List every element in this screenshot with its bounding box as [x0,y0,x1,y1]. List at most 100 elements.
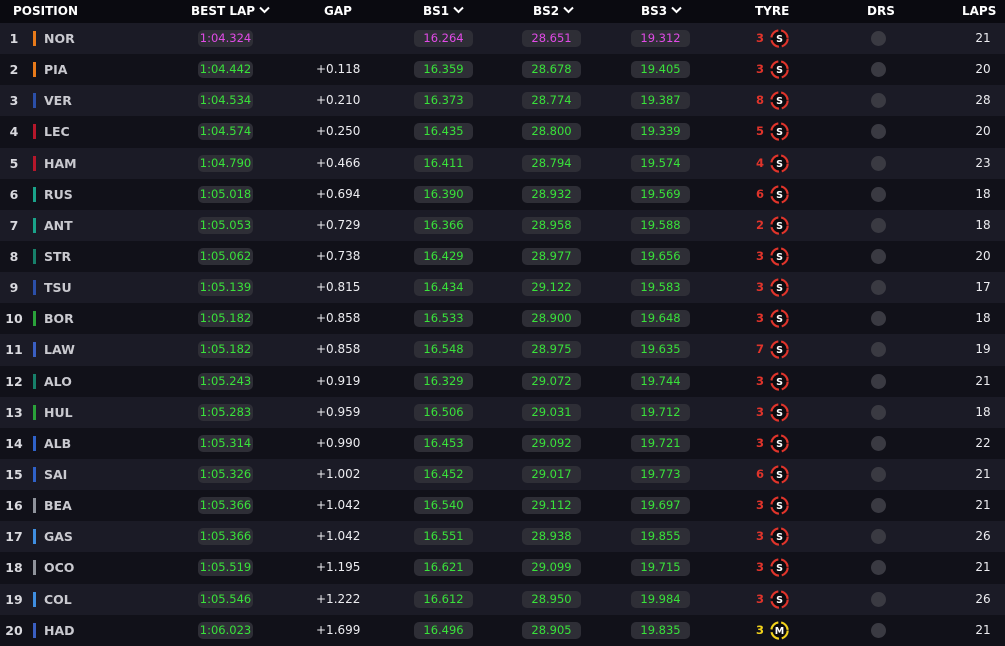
svg-text:S: S [776,127,783,138]
gap-value: +0.858 [316,342,361,357]
best-sector-3: 19.712 [631,403,690,421]
best-lap-time: 1:05.283 [198,403,253,421]
best-lap-time: 1:06.023 [198,621,253,639]
table-row[interactable]: 2 PIA 1:04.442 +0.118 16.359 28.678 19.405 3 S 20 [0,54,1005,86]
table-row[interactable]: 18 OCO 1:05.519 +1.195 16.621 29.099 19.715 3 S 2… [0,552,1005,584]
header-bs1[interactable]: BS1 [423,0,464,23]
table-row[interactable]: 9 TSU 1:05.139 +0.815 16.434 29.122 19.583 3 S 17 [0,272,1005,304]
best-sector-3: 19.855 [631,528,690,546]
laps-count: 17 [975,280,991,295]
laps-count: 20 [975,124,991,139]
team-color-bar [33,622,36,638]
table-row[interactable]: 13 HUL 1:05.283 +0.959 16.506 29.031 19.712 3 S 1… [0,396,1005,428]
chevron-down-icon [259,6,270,14]
gap-value: +0.729 [316,217,361,232]
tyre-age: 3 [755,591,764,606]
tyre-compound-icon: S [770,29,789,48]
gap-value: +0.694 [316,186,361,201]
best-sector-2: 29.072 [522,372,581,390]
position-number: 1 [9,31,19,46]
chevron-down-icon [671,6,682,14]
best-sector-2: 28.932 [522,185,581,203]
best-sector-1: 16.506 [414,403,473,421]
table-row[interactable]: 12 ALO 1:05.243 +0.919 16.329 29.072 19.744 3 S 2… [0,365,1005,397]
table-header: POSITION BEST LAP GAP BS1 BS2 BS3 TYRE D… [0,0,1005,23]
position-number: 12 [5,373,23,389]
position-number: 7 [9,217,19,233]
laps-count: 21 [975,622,991,637]
position-number: 17 [5,529,23,545]
gap-value: +0.250 [316,124,361,139]
table-row[interactable]: 14 ALB 1:05.314 +0.990 16.453 29.092 19.721 3 S 2… [0,427,1005,459]
table-row[interactable]: 3 VER 1:04.534 +0.210 16.373 28.774 19.387 8 S 28 [0,85,1005,117]
tyre-age: 2 [755,217,764,232]
driver-code: RUS [44,186,73,202]
best-lap-time: 1:05.053 [198,216,253,234]
table-row[interactable]: 19 COL 1:05.546 +1.222 16.612 28.950 19.984 3 S 2… [0,583,1005,615]
best-sector-1: 16.329 [414,372,473,390]
best-sector-2: 28.905 [522,621,581,639]
table-row[interactable]: 20 HAD 1:06.023 +1.699 16.496 28.905 19.835 3 M 2… [0,614,1005,646]
best-lap-time: 1:04.534 [198,92,253,110]
team-color-bar [33,62,36,78]
best-sector-3: 19.715 [631,559,690,577]
table-row[interactable]: 11 LAW 1:05.182 +0.858 16.548 28.975 19.635 7 S 1… [0,334,1005,366]
drs-indicator [871,217,886,233]
table-row[interactable]: 15 SAI 1:05.326 +1.002 16.452 29.017 19.773 6 S 2… [0,458,1005,491]
header-laps[interactable]: LAPS [962,0,996,23]
header-bs3[interactable]: BS3 [641,0,682,23]
tyre-compound-icon: S [770,340,789,360]
best-sector-1: 16.612 [414,590,473,608]
table-row[interactable]: 6 RUS 1:05.018 +0.694 16.390 28.932 19.569 6 S 18 [0,178,1005,210]
driver-code: OCO [44,560,75,576]
drs-indicator [871,404,886,420]
table-row[interactable]: 17 GAS 1:05.366 +1.042 16.551 28.938 19.855 3 S 2… [0,521,1005,553]
svg-text:S: S [776,376,783,387]
tyre-compound-icon: S [770,122,789,142]
laps-count: 26 [975,591,991,606]
position-number: 11 [5,342,23,358]
driver-code: TSU [44,280,72,296]
tyre-age: 3 [755,404,764,419]
best-sector-2: 28.958 [522,216,581,234]
tyre-age: 3 [755,435,764,450]
table-row[interactable]: 7 ANT 1:05.053 +0.729 16.366 28.958 19.588 2 S 18 [0,209,1005,241]
header-drs[interactable]: DRS [867,0,895,23]
table-row[interactable]: 4 LEC 1:04.574 +0.250 16.435 28.800 19.339 5 S 20 [0,116,1005,148]
team-color-bar [33,435,36,451]
drs-indicator [871,498,886,514]
best-lap-time: 1:04.442 [198,61,253,79]
driver-code: VER [44,93,72,109]
header-bs2[interactable]: BS2 [533,0,574,23]
best-sector-3: 19.635 [631,341,690,359]
best-sector-2: 29.112 [522,497,581,515]
driver-code: PIA [44,62,68,78]
tyre-compound-icon: S [770,589,789,609]
best-sector-3: 19.697 [631,497,690,515]
header-gap[interactable]: GAP [324,0,352,23]
table-row[interactable]: 1 NOR 1:04.324 16.264 28.651 19.312 3 S 21 [0,23,1005,55]
team-color-bar [33,466,36,482]
best-lap-time: 1:05.018 [198,185,253,203]
tyre-age: 3 [755,62,764,77]
team-color-bar [33,591,36,607]
drs-indicator [871,342,886,358]
table-row[interactable]: 5 HAM 1:04.790 +0.466 16.411 28.794 19.574 4 S 23 [0,147,1005,179]
drs-indicator [871,466,886,482]
header-best-lap[interactable]: BEST LAP [191,0,270,23]
laps-count: 22 [975,435,991,450]
table-row[interactable]: 10 BOR 1:05.182 +0.858 16.533 28.900 19.648 3 S 1… [0,303,1005,335]
driver-code: LAW [44,342,75,358]
best-lap-time: 1:05.326 [198,465,253,483]
best-sector-1: 16.429 [414,247,473,265]
header-position[interactable]: POSITION [13,0,78,23]
best-sector-2: 29.092 [522,434,581,452]
drs-indicator [871,186,886,202]
best-lap-time: 1:05.062 [198,247,253,265]
table-row[interactable]: 16 BEA 1:05.366 +1.042 16.540 29.112 19.697 3 S 2… [0,490,1005,522]
header-tyre[interactable]: TYRE [755,0,789,23]
best-sector-2: 29.017 [522,465,581,483]
best-sector-1: 16.452 [414,465,473,483]
table-row[interactable]: 8 STR 1:05.062 +0.738 16.429 28.977 19.656 3 S 20 [0,240,1005,273]
drs-indicator [871,124,886,140]
